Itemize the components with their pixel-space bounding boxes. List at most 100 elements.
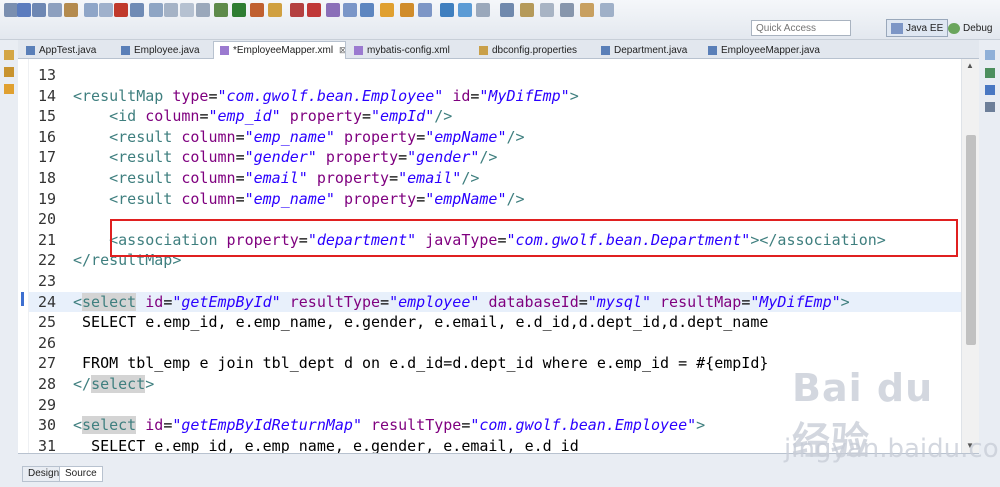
external-tools-icon[interactable] [307, 3, 321, 17]
task-list-icon[interactable] [985, 85, 995, 95]
scroll-up-icon[interactable]: ▲ [966, 61, 974, 70]
skip-breakpoints-icon[interactable] [130, 3, 144, 17]
code-line[interactable]: 31 SELECT e.emp_id, e.emp_name, e.gender… [29, 436, 961, 453]
open-resource-icon[interactable] [84, 3, 98, 17]
editor-mode-tabs: Design Source [18, 453, 979, 487]
print-icon[interactable] [48, 3, 62, 17]
debug-icon[interactable] [232, 3, 246, 17]
perspective-label: Debug [963, 22, 993, 34]
tab-mybatis-config-xml[interactable]: mybatis-config.xml [348, 41, 471, 59]
mark-occurrences-icon[interactable] [164, 3, 178, 17]
line-number: 22 [37, 251, 56, 270]
tab-source[interactable]: Source [59, 466, 103, 482]
save-icon[interactable] [17, 3, 31, 17]
new-server-icon[interactable] [326, 3, 340, 17]
code-text: <association property="department" javaT… [109, 230, 886, 249]
history-icon[interactable] [560, 3, 574, 17]
hierarchy-icon[interactable] [4, 84, 14, 94]
tab-department-java[interactable]: Department.java [595, 41, 700, 59]
code-line[interactable]: 18 <result column="email" property="emai… [29, 168, 961, 189]
line-number: 18 [37, 169, 56, 187]
xml-source-editor[interactable]: 13 14 <resultMap type="com.gwolf.bean.Empl… [18, 59, 961, 453]
code-line[interactable]: 24 <select id="getEmpById" resultType="em… [29, 291, 961, 313]
stop-server-icon[interactable] [290, 3, 304, 17]
debug-perspective-icon [948, 22, 960, 34]
code-text: FROM tbl_emp e join tbl_dept d on e.d_id… [82, 354, 769, 373]
line-number: 31 [37, 436, 56, 453]
code-line[interactable]: 20 [29, 209, 961, 230]
filter-icon[interactable] [600, 3, 614, 17]
pin-icon[interactable] [540, 3, 554, 17]
code-line[interactable]: 15 <id column="emp_id" property="empId"/… [29, 106, 961, 127]
next-annotation-icon[interactable] [476, 3, 490, 17]
tab-apptest-java[interactable]: AppTest.java [20, 41, 113, 59]
open-folder-icon[interactable] [380, 3, 394, 17]
back-icon[interactable] [500, 3, 514, 17]
tab-employee-java[interactable]: Employee.java [115, 41, 211, 59]
minimize-view-icon[interactable] [985, 50, 995, 60]
code-line[interactable]: 25 SELECT e.emp_id, e.emp_name, e.gender… [29, 312, 961, 333]
code-line[interactable]: 27 FROM tbl_emp e join tbl_dept d on e.d… [29, 353, 961, 374]
new-icon[interactable] [4, 3, 18, 17]
code-line[interactable]: 23 [29, 271, 961, 292]
run-last-icon[interactable] [180, 3, 194, 17]
tab-employeemapper-java[interactable]: EmployeeMapper.java [702, 41, 837, 59]
code-text: <id column="emp_id" property="empId"/> [109, 107, 453, 126]
bookmark-marker-icon [21, 292, 24, 306]
overview-ruler [18, 59, 29, 453]
code-line[interactable]: 28 </select> [29, 374, 961, 395]
perspective-debug[interactable]: Debug [944, 19, 996, 37]
java-ee-perspective-icon [891, 22, 903, 34]
globe-icon[interactable] [440, 3, 454, 17]
outline-icon[interactable] [985, 68, 995, 78]
code-line[interactable]: 19 <result column="emp_name" property="e… [29, 189, 961, 210]
scrollbar-thumb[interactable] [966, 135, 976, 345]
tab-label: mybatis-config.xml [367, 44, 450, 56]
suspend-icon[interactable] [196, 3, 210, 17]
new-class-icon[interactable] [360, 3, 374, 17]
tab-employeemapper-xml[interactable]: *EmployeeMapper.xml ⊠ [213, 41, 346, 59]
line-number: 24 [37, 292, 56, 311]
code-line[interactable]: 22 </resultMap> [29, 250, 961, 271]
vertical-scrollbar[interactable]: ▲ ▼ [961, 59, 979, 453]
search-file-icon[interactable] [418, 3, 432, 17]
code-line[interactable]: 26 [29, 333, 961, 354]
run-icon[interactable] [250, 3, 264, 17]
tab-dbconfig-properties[interactable]: dbconfig.properties [473, 41, 593, 59]
tab-label: dbconfig.properties [492, 44, 578, 56]
code-text: <select id="getEmpByIdReturnMap" resultT… [73, 416, 706, 435]
scroll-down-icon[interactable]: ▼ [966, 441, 974, 450]
editor-tab-bar: AppTest.java Employee.java *EmployeeMapp… [18, 40, 979, 59]
code-line[interactable]: 30 <select id="getEmpByIdReturnMap" resul… [29, 415, 961, 436]
link-icon[interactable] [580, 3, 594, 17]
code-line[interactable]: 14 <resultMap type="com.gwolf.bean.Employ… [29, 86, 961, 107]
annotation-icon[interactable] [149, 3, 163, 17]
toggle-markers-icon[interactable] [99, 3, 113, 17]
console-icon[interactable] [985, 102, 995, 112]
code-text: <resultMap type="com.gwolf.bean.Employee… [73, 86, 579, 105]
forward-icon[interactable] [520, 3, 534, 17]
prev-annotation-icon[interactable] [458, 3, 472, 17]
code-line[interactable]: 21 <association property="department" ja… [29, 230, 961, 251]
java-file-icon [26, 45, 35, 55]
perspective-java-ee[interactable]: Java EE [886, 19, 949, 37]
line-number: 13 [37, 66, 56, 84]
package-explorer-icon[interactable] [4, 50, 14, 60]
code-line[interactable]: 16 <result column="emp_name" property="e… [29, 127, 961, 148]
save-all-icon[interactable] [32, 3, 46, 17]
search-icon[interactable] [114, 3, 128, 17]
line-number: 26 [37, 333, 56, 352]
code-line[interactable]: 17 <result column="gender" property="gen… [29, 147, 961, 168]
tab-label: *EmployeeMapper.xml [233, 45, 334, 56]
build-icon[interactable] [400, 3, 414, 17]
code-line[interactable]: 29 [29, 395, 961, 416]
project-icon[interactable] [4, 67, 14, 77]
close-tab-icon[interactable]: ⊠ [339, 45, 345, 56]
code-line[interactable]: 13 [29, 65, 961, 86]
quick-access-input[interactable] [751, 20, 851, 36]
terminate-icon[interactable] [214, 3, 228, 17]
coverage-icon[interactable] [268, 3, 282, 17]
new-package-icon[interactable] [343, 3, 357, 17]
open-type-icon[interactable] [64, 3, 78, 17]
xml-file-icon [354, 45, 363, 55]
